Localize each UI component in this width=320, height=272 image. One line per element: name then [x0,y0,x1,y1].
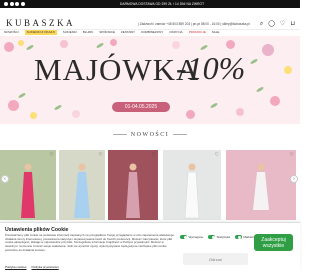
nav-item-skirts[interactable]: SPÓDNICE [99,30,115,34]
pinterest-icon[interactable] [20,2,25,6]
heart-icon[interactable]: ♡ [99,152,103,158]
model-photo [74,163,90,218]
hero-date-badge: 01-04.05.2025 [112,102,170,112]
flower-decoration [226,40,235,49]
carousel-prev-button[interactable]: ‹ [1,175,9,183]
flower-decoration [30,112,37,119]
site-header: KUBASZKA | Zadzwoń i zamów +48 503 859 2… [0,8,300,30]
top-bar: DARMOWA DOSTAWA OD 299 ZŁ / 14 DNI NA ZW… [0,0,300,8]
leaf-decoration [255,86,265,93]
model-photo [21,163,35,218]
main-nav: NOWOŚCI SUKIENKI Z OKAZJI SUKIENKI BLUZK… [0,28,300,36]
cookie-toggles: Wymagane Statystyka Marketing [180,235,256,239]
toggle-label: Statystyka [216,235,230,239]
toggle-switch[interactable] [208,235,216,239]
model-photo [184,163,200,219]
heart-icon[interactable]: ♡ [50,152,54,158]
leaf-decoration [209,102,219,109]
facebook-icon[interactable] [4,2,8,6]
nav-item-occasion-dresses[interactable]: SUKIENKI Z OKAZJI [24,29,57,35]
leaf-decoration [53,104,63,111]
flower-decoration [72,110,80,118]
flower-decoration [284,66,292,74]
section-title-text: NOWOŚCI [130,132,170,138]
product-card-4[interactable]: ♡ [163,150,221,220]
toggle-marketing[interactable]: Marketing [234,235,256,239]
toggle-required[interactable]: Wymagane [180,235,203,239]
search-icon[interactable]: ⌕ [260,21,263,27]
contact-info: | Zadzwoń i zamów +48 503 859 203 | pn-p… [138,22,250,26]
accept-all-button[interactable]: Zaakceptuj wszystkie [254,234,293,251]
nav-item-sets[interactable]: ZESTAWY [121,30,135,34]
hero-discount: -10% [176,50,246,86]
cart-icon[interactable]: ⊔ [290,21,295,27]
model-photo [126,163,140,218]
nav-item-dresses[interactable]: SUKIENKI [63,30,77,34]
user-icon[interactable]: ◯ [268,21,275,27]
tiktok-icon[interactable] [15,2,19,6]
reject-button[interactable]: Odrzuć [183,253,248,265]
heart-icon[interactable]: ♡ [215,152,219,158]
privacy-policy-link[interactable]: Polityka prywatności [32,265,59,269]
product-card-1[interactable]: ♡ [0,150,56,220]
flower-decoration [4,42,14,52]
header-icons: ⌕ ◯ ♡ ⊔ [260,21,295,27]
cookie-text: Przetwarzamy pliki cookie na podstawie i… [5,233,174,252]
instagram-icon[interactable] [9,2,14,6]
toggle-switch[interactable] [180,235,187,239]
flower-decoration [60,40,68,48]
heart-icon[interactable]: ♡ [152,152,156,158]
flower-decoration [110,39,117,46]
flower-decoration [8,100,19,111]
model-photo [253,163,269,210]
social-links [4,2,25,6]
leaf-decoration [25,44,35,51]
product-card-3[interactable]: ♡ [108,150,158,220]
section-title: NOWOŚCI [0,132,300,138]
nav-item-promotions[interactable]: PROMOCJE [189,30,206,34]
promo-text: DARMOWA DOSTAWA OD 299 ZŁ / 14 DNI NA ZW… [120,2,205,6]
leaf-decoration [95,42,105,49]
hero-banner[interactable]: MAJÓWKA -10% 01-04.05.2025 [0,36,300,124]
cookie-banner: Ustawienia plików Cookie Przetwarzamy pl… [0,222,300,272]
hero-title: MAJÓWKA [34,52,200,87]
toggle-statistics[interactable]: Statystyka [208,235,230,239]
flower-decoration [236,108,244,116]
product-card-5[interactable]: ♡ [226,150,296,220]
heart-icon[interactable]: ♡ [290,152,294,158]
nav-item-new[interactable]: NOWOŚCI [4,30,19,34]
flower-decoration [262,44,274,56]
heart-icon[interactable]: ♡ [280,21,285,27]
toggle-label: Wymagane [188,235,204,239]
toggle-switch[interactable] [234,235,242,239]
nav-item-sale[interactable]: SALE [212,30,220,34]
logo[interactable]: KUBASZKA [6,18,75,28]
leaf-decoration [249,58,259,65]
product-carousel: ♡ ♡ ♡ ♡ ♡ [0,150,300,220]
cookie-policy-link[interactable]: Polityka cookies [5,265,27,269]
cookie-links: Polityka cookies Polityka prywatności [5,265,59,269]
carousel-next-button[interactable]: › [290,175,298,183]
product-card-2[interactable]: ♡ [59,150,105,220]
leaf-decoration [17,92,27,99]
flower-decoration [186,110,195,119]
nav-item-blouses[interactable]: BLUZKI [83,30,94,34]
flower-decoration [270,96,280,106]
flower-decoration [172,41,180,49]
nav-item-jumpsuits[interactable]: KOMBINEZONY [141,30,163,34]
nav-item-outerwear[interactable]: OKRYCIA [169,30,182,34]
flower-decoration [18,40,24,46]
